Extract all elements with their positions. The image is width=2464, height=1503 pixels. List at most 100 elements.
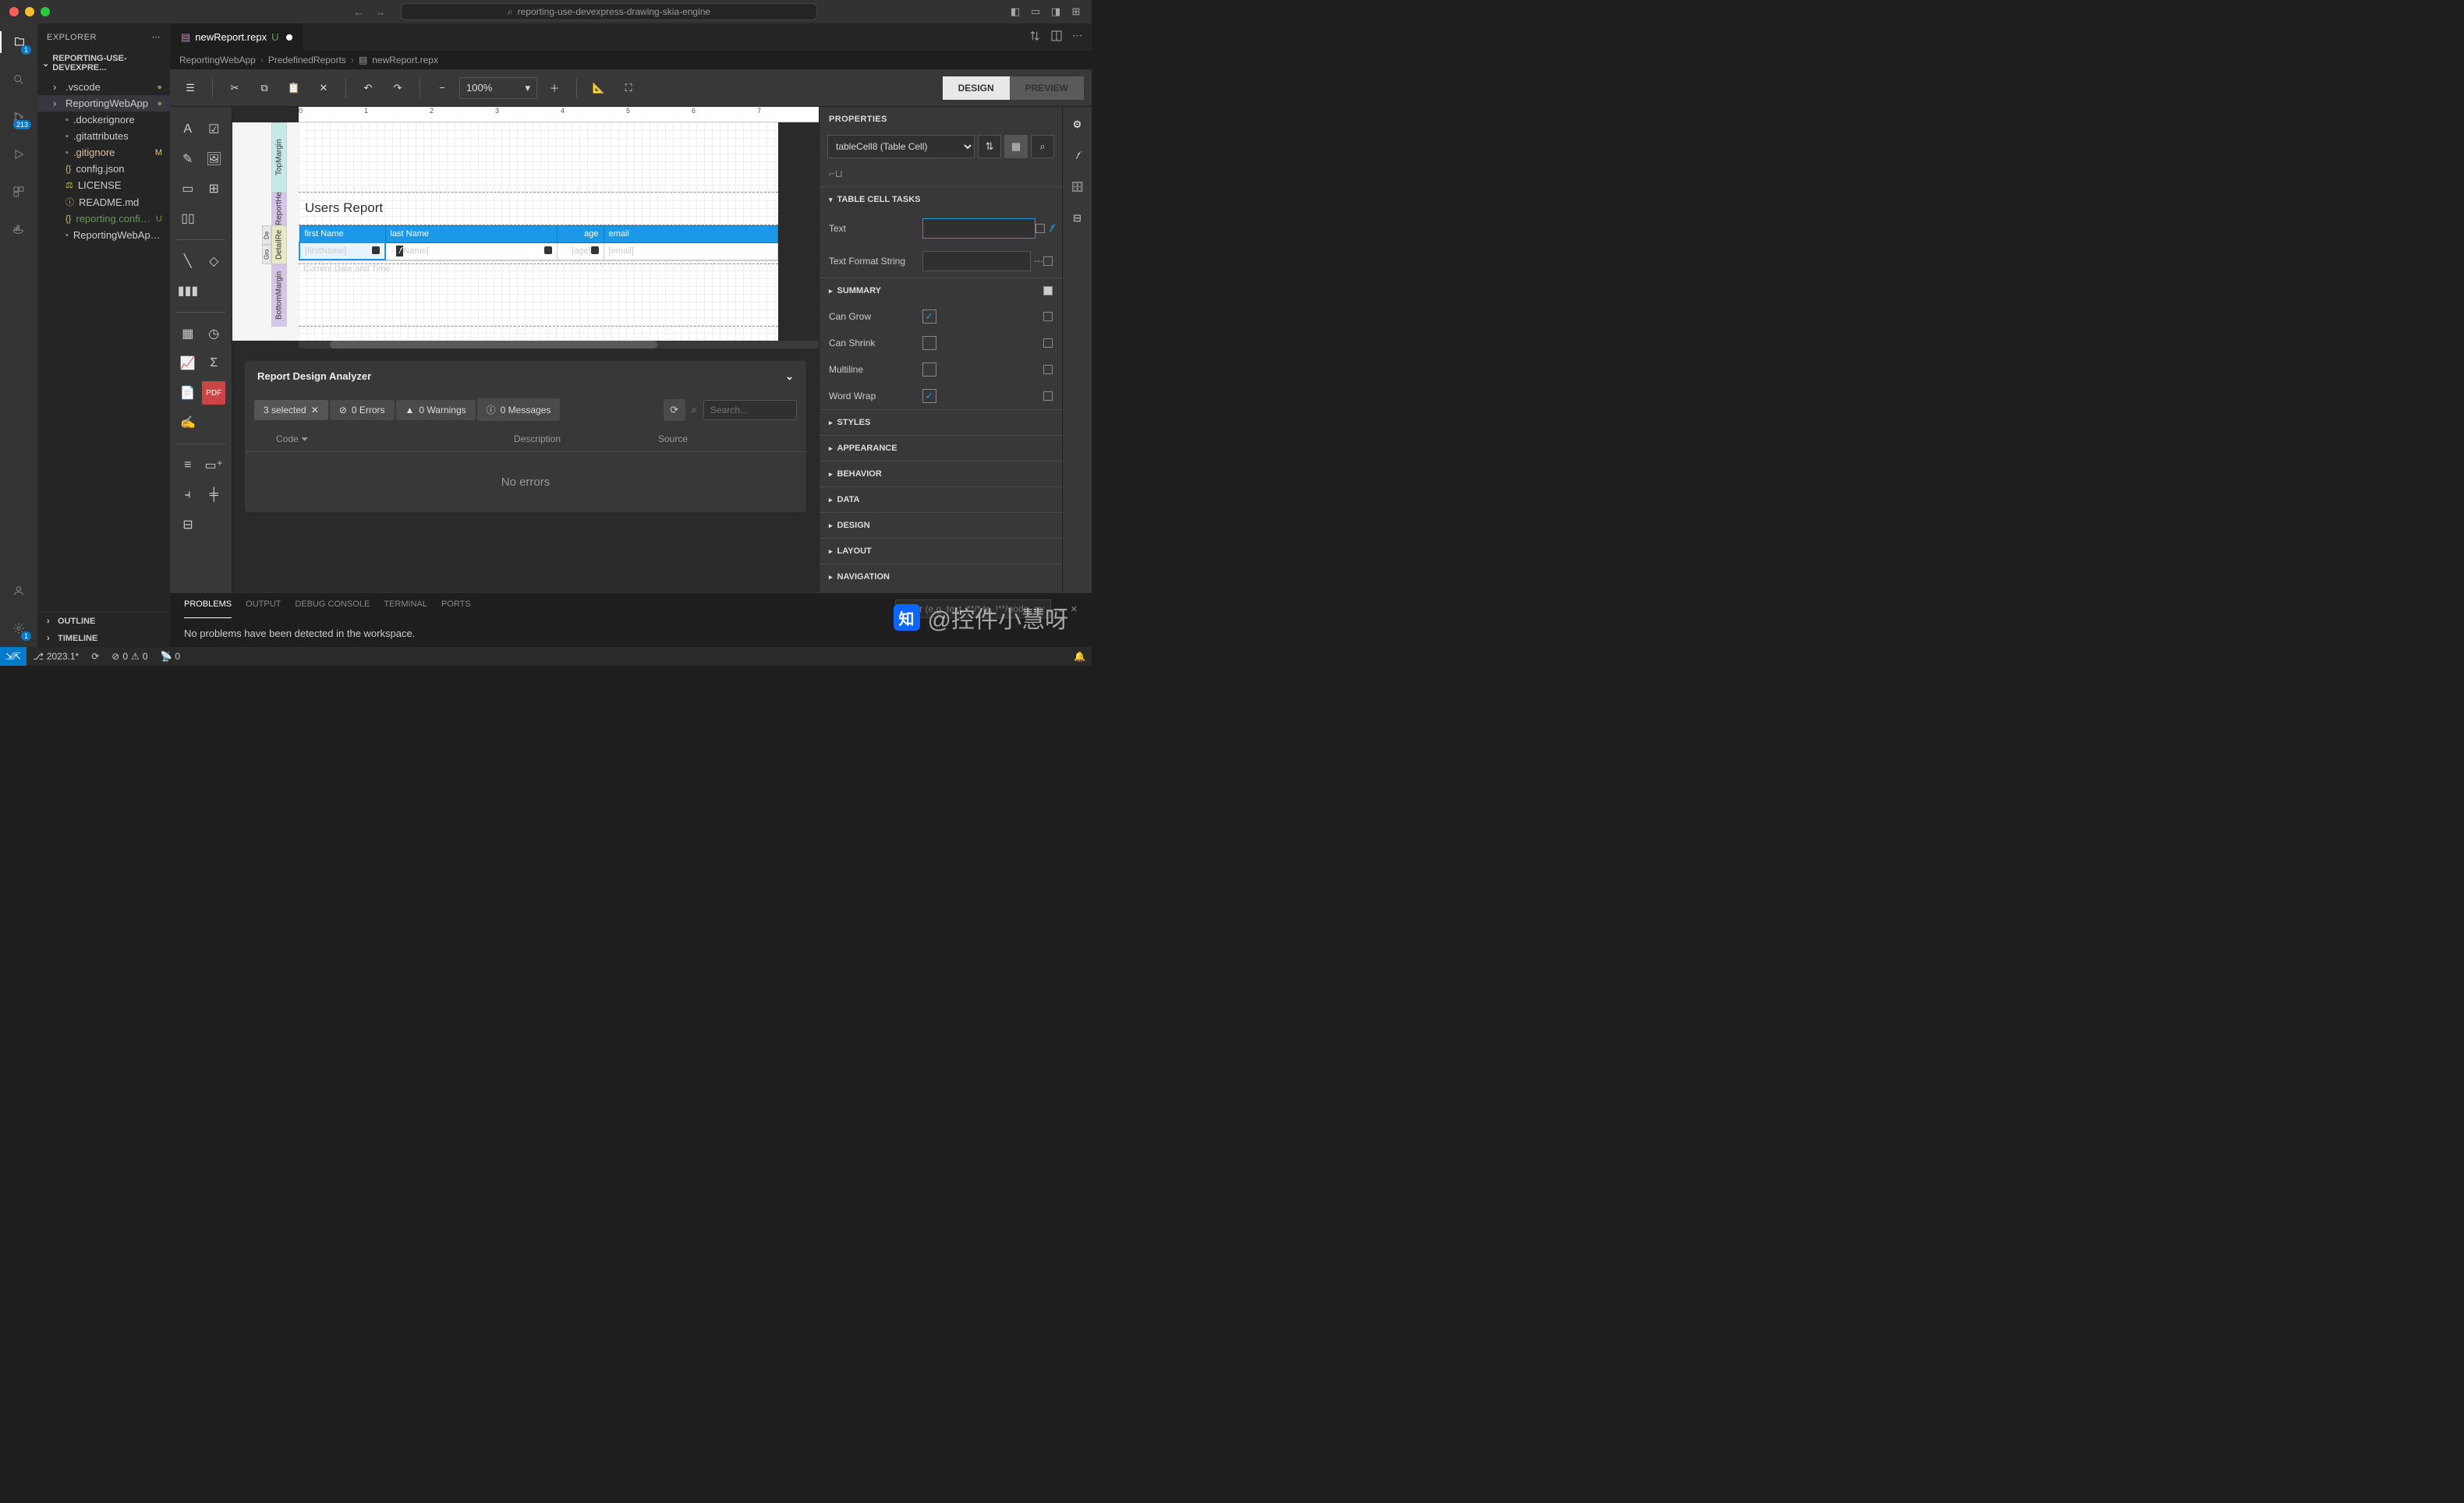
analyzer-search[interactable] (703, 400, 797, 420)
band-botmargin-label[interactable]: BottomMargin (271, 264, 287, 327)
pagebreak-tool[interactable]: ⫞ (176, 483, 200, 507)
chart-tool[interactable]: ▦ (176, 322, 200, 345)
customize-layout-icon[interactable]: ⊞ (1070, 5, 1082, 18)
col-source[interactable]: Source (658, 433, 775, 445)
band-detail-label[interactable]: DetailRe (271, 225, 287, 264)
col-code[interactable]: Code ⏷ (276, 433, 416, 445)
layout-toggle-panel-icon[interactable]: ▭ (1029, 5, 1042, 18)
tab-terminal[interactable]: TERMINAL (384, 599, 427, 618)
settings-icon[interactable]: 1 (0, 617, 37, 639)
band-header-label[interactable]: ReportHe (271, 193, 287, 225)
close-panel-icon[interactable]: ✕ (1071, 604, 1078, 614)
zoom-select[interactable]: 100%▾ (459, 77, 537, 99)
file--dockerignore[interactable]: ▪.dockerignore (37, 111, 170, 128)
expressions-rail-icon[interactable]: 𝑓 (1069, 147, 1086, 164)
timeline-section[interactable]: ›TIMELINE (37, 630, 170, 647)
file-ReportingWebApp[interactable]: ›ReportingWebApp● (37, 95, 170, 111)
project-header[interactable]: ⌄ REPORTING-USE-DEVEXPRE... (37, 51, 170, 76)
band-botmargin[interactable] (299, 264, 778, 327)
section-appearance[interactable]: ▸APPEARANCE (829, 444, 1053, 453)
barcode-tool[interactable]: ▮▮▮ (176, 279, 200, 302)
pivot-tool[interactable]: Σ (203, 352, 226, 375)
explorer-tab[interactable]: 1 (0, 31, 37, 53)
account-icon[interactable] (0, 580, 37, 602)
cangrow-checkbox[interactable] (922, 309, 936, 324)
character-comb-tool[interactable]: ▯▯ (176, 207, 200, 230)
tfs-input[interactable] (922, 251, 1031, 271)
nav-back-icon[interactable]: ← (352, 5, 365, 18)
preview-tab[interactable]: PREVIEW (1010, 76, 1084, 100)
pageinfo-tool[interactable]: ▭⁺ (203, 454, 226, 477)
section-design[interactable]: ▸DESIGN (829, 521, 1053, 530)
multiline-checkbox[interactable] (922, 362, 936, 377)
file--gitignore[interactable]: ▪.gitignoreM (37, 144, 170, 161)
tab-ports[interactable]: PORTS (441, 599, 471, 618)
zoom-out-icon[interactable]: − (430, 76, 455, 101)
band-topmargin[interactable] (299, 122, 778, 193)
search-properties-button[interactable]: ⌕ (1031, 135, 1054, 158)
label-tool[interactable]: A (176, 118, 200, 141)
maximize-window[interactable] (41, 7, 50, 16)
notifications-icon[interactable]: 🔔 (1067, 651, 1092, 662)
panel-tool[interactable]: ▭ (176, 177, 200, 200)
debug-tab[interactable] (0, 143, 37, 165)
wordwrap-checkbox[interactable] (922, 389, 936, 403)
compare-icon[interactable] (1028, 30, 1041, 44)
cut-icon[interactable]: ✂ (222, 76, 247, 101)
file-README-md[interactable]: ⓘREADME.md (37, 193, 170, 210)
col-desc[interactable]: Description (416, 433, 658, 445)
reset-icon[interactable] (1036, 224, 1045, 233)
outline-section[interactable]: ›OUTLINE (37, 613, 170, 630)
reset-icon[interactable] (1043, 338, 1053, 348)
file-ReportingWebApp-sln[interactable]: ▪ReportingWebApp.sln (37, 227, 170, 243)
cell-age[interactable]: [age] (557, 242, 604, 260)
tab-problems[interactable]: PROBLEMS (184, 599, 232, 618)
crossband-box-tool[interactable]: ⊟ (176, 513, 200, 536)
warnings-chip[interactable]: ▲0 Warnings (396, 400, 476, 420)
richtext-tool[interactable]: ✎ (176, 147, 200, 171)
docker-tab[interactable] (0, 218, 37, 240)
file-reporting-config-json[interactable]: {}reporting.config.jsonU (37, 210, 170, 227)
reset-icon[interactable] (1043, 256, 1053, 266)
text-input[interactable] (922, 218, 1036, 239)
design-tab[interactable]: DESIGN (943, 76, 1010, 100)
validate-icon[interactable]: 📐 (586, 76, 611, 101)
file-LICENSE[interactable]: ⚖LICENSE (37, 177, 170, 193)
more-actions-icon[interactable]: ⋯ (1072, 30, 1082, 44)
selected-chip[interactable]: 3 selected ✕ (254, 400, 328, 420)
db-icon[interactable] (544, 246, 552, 254)
clear-icon[interactable]: ✕ (311, 405, 319, 416)
tab-debug[interactable]: DEBUG CONSOLE (295, 599, 370, 618)
band-gro-label[interactable]: Gro (262, 245, 271, 264)
menu-icon[interactable]: ☰ (178, 76, 203, 101)
file-config-json[interactable]: {}config.json (37, 161, 170, 177)
ports-status[interactable]: 📡0 (154, 651, 186, 662)
db-icon[interactable] (591, 246, 599, 254)
scrollbar-thumb[interactable] (330, 341, 657, 348)
problems-status[interactable]: ⊘0 ⚠0 (105, 651, 154, 662)
expression-icon[interactable]: 𝑓 (1050, 223, 1053, 235)
crossband-line-tool[interactable]: ╪ (203, 483, 226, 507)
section-navigation[interactable]: ▸NAVIGATION (829, 572, 1053, 582)
checkbox-tool[interactable]: ☑ (203, 118, 226, 141)
design-canvas[interactable]: TopMargin ReportHe DetailRe De Gro Botto… (232, 122, 778, 341)
canshrink-checkbox[interactable] (922, 336, 936, 350)
section-layout[interactable]: ▸LAYOUT (829, 546, 1053, 556)
crumb-2[interactable]: PredefinedReports (268, 55, 346, 65)
th-lastname[interactable]: last Name (385, 226, 557, 243)
fullscreen-icon[interactable]: ⛶ (616, 76, 641, 101)
table-tool[interactable]: ⊞ (203, 177, 226, 200)
report-table[interactable]: first Name last Name age email [firstNam… (299, 225, 778, 260)
th-age[interactable]: age (557, 226, 604, 243)
delete-icon[interactable]: ✕ (311, 76, 336, 101)
properties-rail-icon[interactable]: ⚙ (1069, 116, 1086, 133)
search-tab[interactable] (0, 69, 37, 90)
errors-chip[interactable]: ⊘0 Errors (330, 400, 395, 420)
cell-email[interactable]: [email] (604, 242, 778, 260)
band-detail[interactable]: first Name last Name age email [firstNam… (299, 225, 778, 264)
scm-tab[interactable]: 213 (0, 106, 37, 128)
paste-icon[interactable]: 📋 (281, 76, 306, 101)
reset-icon[interactable] (1043, 365, 1053, 374)
db-icon[interactable] (372, 246, 380, 254)
reset-icon[interactable] (1043, 312, 1053, 321)
